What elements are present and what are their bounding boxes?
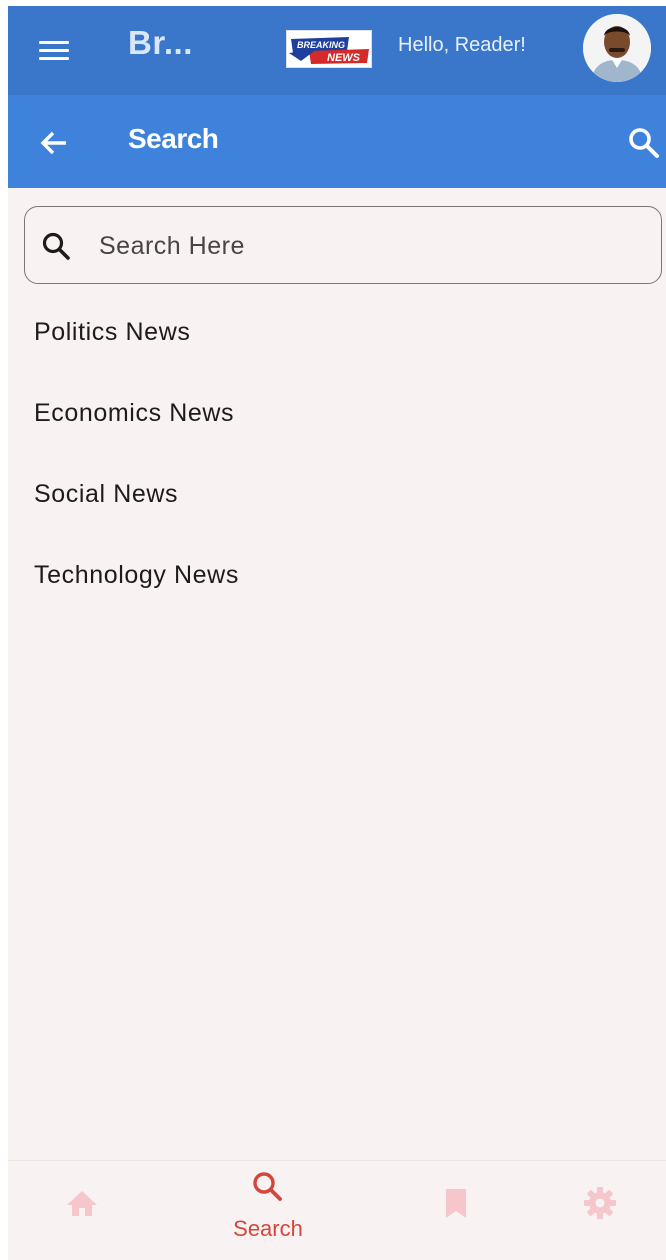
svg-text:BREAKING: BREAKING — [297, 40, 345, 50]
user-avatar[interactable] — [583, 14, 651, 82]
svg-text:NEWS: NEWS — [327, 52, 361, 64]
bottom-navigation: Search — [8, 1160, 666, 1260]
header-search-button[interactable] — [626, 125, 662, 161]
app-title: Br... — [128, 24, 193, 61]
arrow-left-icon — [40, 131, 66, 155]
category-item-technology[interactable]: Technology News — [34, 561, 239, 642]
hamburger-line — [39, 40, 69, 44]
avatar-icon — [583, 14, 651, 82]
category-item-politics[interactable]: Politics News — [34, 318, 239, 399]
greeting-text: Hello, Reader! — [398, 34, 526, 56]
nav-item-search[interactable]: Search — [186, 1161, 350, 1260]
hamburger-line — [39, 56, 69, 60]
back-button[interactable] — [36, 125, 72, 161]
nav-item-home[interactable] — [8, 1161, 172, 1260]
search-icon — [629, 128, 659, 158]
search-header: Search — [8, 95, 666, 188]
nav-item-settings[interactable] — [502, 1161, 666, 1260]
search-field[interactable] — [24, 206, 662, 284]
bookmark-icon — [446, 1189, 466, 1218]
content-area: Politics News Economics News Social News… — [8, 188, 666, 1160]
app-bar: Br... BREAKING NEWS Hello, Reader! — [8, 6, 666, 95]
category-item-economics[interactable]: Economics News — [34, 399, 239, 480]
home-icon — [67, 1191, 97, 1216]
breaking-news-logo: BREAKING NEWS — [286, 30, 372, 68]
menu-button[interactable] — [34, 30, 74, 70]
category-item-social[interactable]: Social News — [34, 480, 239, 561]
search-icon — [253, 1172, 282, 1201]
hamburger-line — [39, 48, 69, 52]
search-icon — [39, 229, 73, 263]
search-input[interactable] — [97, 225, 621, 267]
page-title: Search — [128, 123, 219, 154]
category-list: Politics News Economics News Social News… — [34, 318, 239, 642]
settings-icon — [584, 1187, 616, 1219]
nav-label-search: Search — [233, 1216, 303, 1241]
breaking-news-logo-icon: BREAKING NEWS — [289, 37, 369, 64]
